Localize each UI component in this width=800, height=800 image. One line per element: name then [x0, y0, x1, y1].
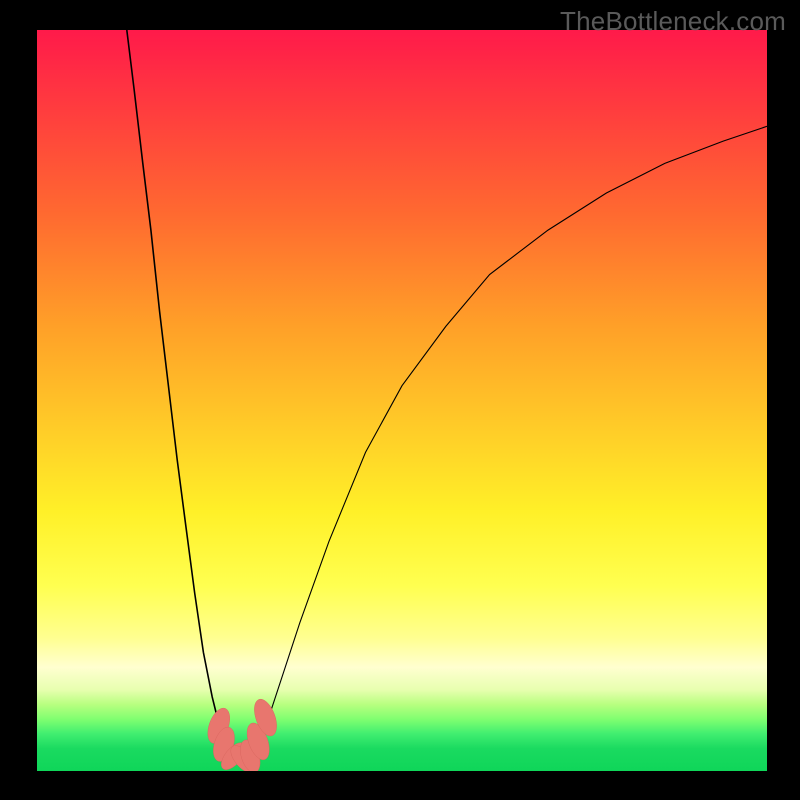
- watermark-text: TheBottleneck.com: [560, 6, 786, 37]
- chart-frame: [37, 30, 767, 771]
- chart-plot: [37, 30, 767, 771]
- curve-right: [255, 126, 767, 757]
- curve-left: [127, 30, 229, 757]
